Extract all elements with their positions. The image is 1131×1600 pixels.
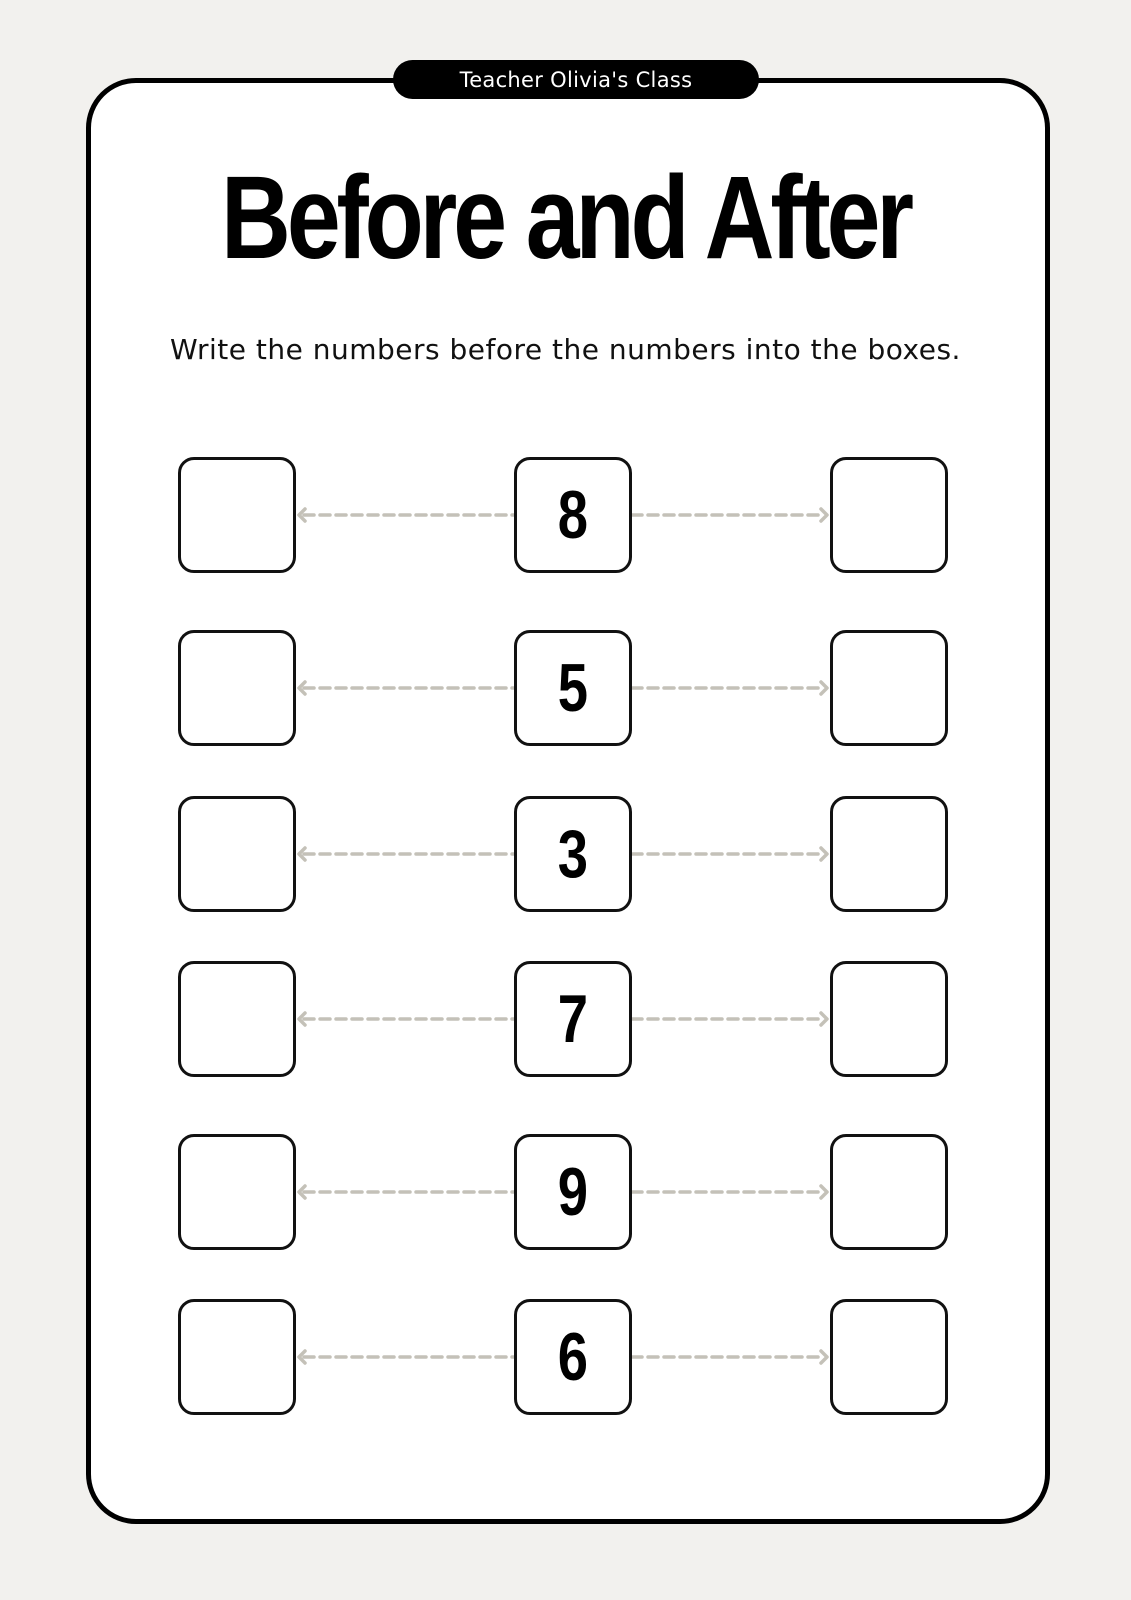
before-answer-box[interactable] <box>178 796 296 912</box>
after-answer-box[interactable] <box>830 1134 948 1250</box>
given-number-box: 8 <box>514 457 632 573</box>
given-number-box: 5 <box>514 630 632 746</box>
after-answer-box[interactable] <box>830 1299 948 1415</box>
arrow-right-icon <box>632 1349 830 1365</box>
arrow-right-icon <box>632 1011 830 1027</box>
exercise-row: 9 <box>178 1134 952 1252</box>
arrow-right-icon <box>632 507 830 523</box>
given-number: 8 <box>557 477 589 553</box>
arrow-right-icon <box>632 1184 830 1200</box>
class-label-badge: Teacher Olivia's Class <box>393 60 759 99</box>
arrow-right-icon <box>632 846 830 862</box>
arrow-left-icon <box>296 507 514 523</box>
arrow-left-icon <box>296 846 514 862</box>
exercise-row: 6 <box>178 1299 952 1417</box>
class-label: Teacher Olivia's Class <box>459 67 693 92</box>
instructions-text: Write the numbers before the numbers int… <box>170 333 961 366</box>
given-number: 6 <box>557 1319 589 1395</box>
after-answer-box[interactable] <box>830 961 948 1077</box>
exercise-row: 8 <box>178 457 952 575</box>
given-number: 5 <box>557 650 589 726</box>
before-answer-box[interactable] <box>178 630 296 746</box>
exercise-row: 5 <box>178 630 952 748</box>
exercise-row: 7 <box>178 961 952 1079</box>
after-answer-box[interactable] <box>830 630 948 746</box>
after-answer-box[interactable] <box>830 796 948 912</box>
arrow-left-icon <box>296 1184 514 1200</box>
given-number: 3 <box>557 816 589 892</box>
arrow-right-icon <box>632 680 830 696</box>
arrow-left-icon <box>296 1349 514 1365</box>
before-answer-box[interactable] <box>178 1134 296 1250</box>
after-answer-box[interactable] <box>830 457 948 573</box>
before-answer-box[interactable] <box>178 1299 296 1415</box>
given-number-box: 6 <box>514 1299 632 1415</box>
worksheet-title: Before and After <box>221 152 914 284</box>
arrow-left-icon <box>296 680 514 696</box>
given-number: 7 <box>557 981 589 1057</box>
given-number: 9 <box>557 1154 589 1230</box>
given-number-box: 9 <box>514 1134 632 1250</box>
exercise-row: 3 <box>178 796 952 914</box>
given-number-box: 3 <box>514 796 632 912</box>
arrow-left-icon <box>296 1011 514 1027</box>
before-answer-box[interactable] <box>178 457 296 573</box>
given-number-box: 7 <box>514 961 632 1077</box>
before-answer-box[interactable] <box>178 961 296 1077</box>
